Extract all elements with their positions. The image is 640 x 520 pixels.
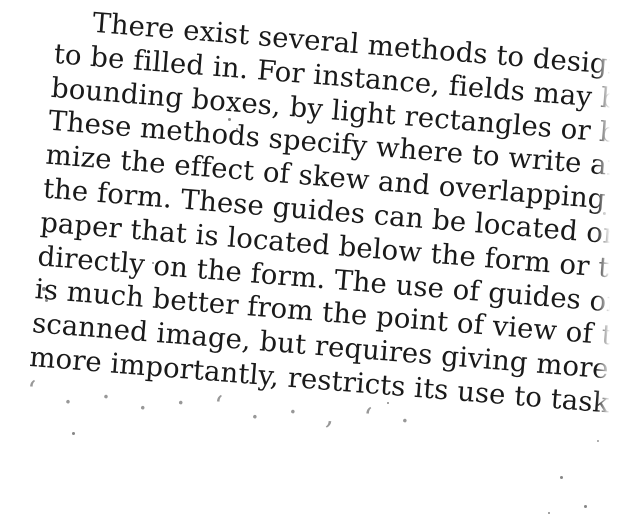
scan-speckle (236, 128, 238, 130)
scan-speckle (560, 476, 563, 479)
scan-speckle (152, 262, 154, 264)
scan-speckle (387, 402, 389, 404)
scan-speckle (42, 287, 46, 291)
paragraph-text: There exist several methods to design to… (25, 4, 640, 456)
scan-speckle (548, 512, 550, 514)
scan-speckle (72, 432, 75, 435)
scan-speckle (584, 505, 587, 508)
scan-speckle (45, 299, 48, 302)
scanned-page: There exist several methods to design to… (0, 0, 640, 520)
cropped-page-edge (596, 0, 640, 520)
scan-speckle (228, 118, 231, 121)
